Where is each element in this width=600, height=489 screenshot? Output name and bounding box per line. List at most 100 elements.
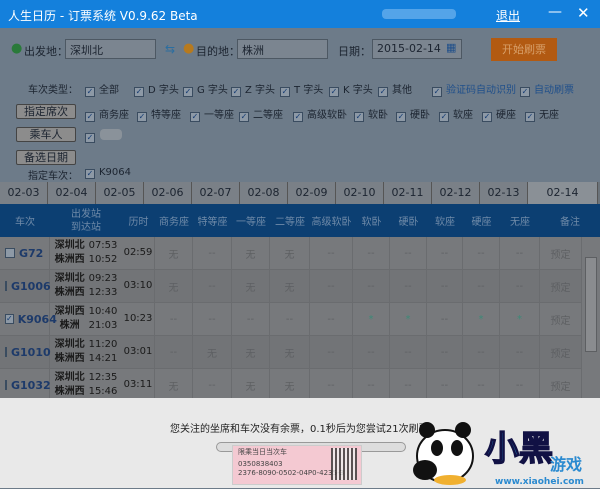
seat-option[interactable]: ✓ 一等座 xyxy=(190,106,234,122)
seat-availability: 无 xyxy=(270,270,310,302)
train-number[interactable]: G1010 xyxy=(0,336,51,368)
seat-availability: -- xyxy=(353,237,390,269)
seat-option[interactable]: ✓ 二等座 xyxy=(239,106,283,122)
ticket-image: 限乘当日当次车 0350838403 2376-8090-0502-04P0-4… xyxy=(232,445,362,485)
train-number[interactable]: G72 xyxy=(0,237,50,269)
to-label: 目的地： xyxy=(196,45,240,58)
date-tab[interactable]: 02-11 xyxy=(384,182,432,204)
depart-time: 07:53 xyxy=(88,240,118,251)
swap-icon[interactable]: ⇆ xyxy=(165,42,175,56)
specified-train-option[interactable]: ✓ K9064 xyxy=(85,167,131,179)
auto-refresh-option[interactable]: ✓ 自动刷票 xyxy=(520,81,574,97)
train-type-all[interactable]: ✓ 全部 xyxy=(85,81,119,97)
close-button[interactable]: ✕ xyxy=(577,4,590,22)
seat-availability: -- xyxy=(353,369,390,398)
seat-availability: * xyxy=(500,303,540,335)
book-button[interactable]: 预定 xyxy=(540,369,582,398)
seat-option[interactable]: ✓ 硬座 xyxy=(482,106,516,122)
logout-link[interactable]: 退出 xyxy=(496,7,520,24)
to-input[interactable]: 株洲 xyxy=(237,39,328,59)
captcha-auto-option[interactable]: ✓ 验证码自动识别 xyxy=(432,81,516,97)
train-type-g[interactable]: ✓ G 字头 xyxy=(183,81,228,97)
date-tab[interactable]: 02-08 xyxy=(240,182,288,204)
seat-option[interactable]: ✓ 无座 xyxy=(525,106,559,122)
specified-train-label: 指定车次： xyxy=(28,171,78,182)
seat-availability: -- xyxy=(193,369,232,398)
passenger-button[interactable]: 乘车人 xyxy=(16,127,76,142)
book-button[interactable]: 预定 xyxy=(540,237,582,269)
seat-availability: -- xyxy=(427,237,463,269)
seat-availability: * xyxy=(463,303,500,335)
date-tab[interactable]: 02-05 xyxy=(96,182,144,204)
header-seat: 高级软卧 xyxy=(311,217,352,228)
svg-text:小黑: 小黑 xyxy=(485,429,553,469)
train-type-label: 车次类型： xyxy=(28,85,78,96)
train-type-k[interactable]: ✓ K 字头 xyxy=(329,81,373,97)
date-tab[interactable]: 02-14 xyxy=(528,182,598,204)
book-button[interactable]: 预定 xyxy=(540,270,582,302)
seat-availability: -- xyxy=(310,336,353,368)
seat-availability: -- xyxy=(500,270,540,302)
seat-availability: -- xyxy=(463,237,500,269)
date-tab[interactable]: 02-09 xyxy=(288,182,336,204)
alt-date-button[interactable]: 备选日期 xyxy=(16,150,76,165)
passenger-checkbox[interactable]: ✓ xyxy=(85,129,99,143)
date-label: 日期： xyxy=(338,45,371,58)
specify-seat-button[interactable]: 指定席次 xyxy=(16,104,76,119)
seat-availability: 无 xyxy=(232,336,270,368)
minimize-button[interactable]: — xyxy=(548,4,562,20)
train-table: G72 深圳北 株洲西 07:53 10:52 02:59 无 -- 无无 -- -- -- -- -- -… xyxy=(0,237,582,398)
from-station: 深圳北 xyxy=(54,372,85,383)
train-type-other[interactable]: ✓ 其他 xyxy=(378,81,412,97)
table-row: ✓ K9064 深圳西 株洲 10:40 21:03 10:23 -- -- -- -- -- * * --… xyxy=(0,303,582,336)
seat-option[interactable]: ✓ 硬卧 xyxy=(396,106,430,122)
seat-option[interactable]: ✓ 高级软卧 xyxy=(293,106,347,122)
date-tab[interactable]: 02-13 xyxy=(480,182,528,204)
seat-option[interactable]: ✓ 软座 xyxy=(439,106,473,122)
date-tab[interactable]: 02-06 xyxy=(144,182,192,204)
book-button[interactable]: 预定 xyxy=(540,303,582,335)
row-checkbox[interactable] xyxy=(5,248,15,258)
row-checkbox[interactable] xyxy=(5,347,7,357)
train-number[interactable]: ✓ K9064 xyxy=(0,303,57,335)
seat-option[interactable]: ✓ 软卧 xyxy=(354,106,388,122)
seat-availability: -- xyxy=(155,303,193,335)
seat-availability: -- xyxy=(232,303,270,335)
date-tab[interactable]: 02-04 xyxy=(48,182,96,204)
seat-availability: -- xyxy=(310,369,353,398)
header-seat: 硬座 xyxy=(471,217,492,228)
from-label: 出发地： xyxy=(24,45,68,58)
start-button[interactable]: 开始刷票 xyxy=(491,38,557,61)
svg-text:游戏: 游戏 xyxy=(550,455,582,474)
seat-availability: 无 xyxy=(155,270,193,302)
seat-option[interactable]: ✓ 商务座 xyxy=(85,106,129,122)
from-station: 深圳北 xyxy=(54,339,85,350)
row-checkbox[interactable]: ✓ xyxy=(5,314,14,324)
date-tab[interactable]: 02-07 xyxy=(192,182,240,204)
scrollbar-thumb[interactable] xyxy=(585,257,597,352)
seat-availability: 无 xyxy=(232,270,270,302)
arrive-time: 15:46 xyxy=(88,386,118,397)
calendar-icon[interactable]: ▦ xyxy=(446,41,456,54)
depart-time: 12:35 xyxy=(88,372,118,383)
book-button[interactable]: 预定 xyxy=(540,336,582,368)
date-tab[interactable]: 02-10 xyxy=(336,182,384,204)
seat-availability: -- xyxy=(193,237,232,269)
header-seat: 商务座 xyxy=(159,217,189,228)
seat-availability: 无 xyxy=(232,369,270,398)
seat-availability: 无 xyxy=(155,369,193,398)
train-type-d[interactable]: ✓ D 字头 xyxy=(134,81,179,97)
train-number[interactable]: G1006 xyxy=(0,270,51,302)
date-tab[interactable]: 02-12 xyxy=(432,182,480,204)
seat-availability: -- xyxy=(390,336,427,368)
train-type-t[interactable]: ✓ T 字头 xyxy=(280,81,323,97)
seat-option[interactable]: ✓ 特等座 xyxy=(137,106,181,122)
row-checkbox[interactable] xyxy=(5,281,7,291)
from-input[interactable]: 深圳北 xyxy=(65,39,156,59)
scrollbar[interactable] xyxy=(582,237,600,398)
row-checkbox[interactable] xyxy=(5,380,7,390)
date-tab[interactable]: 02-03 xyxy=(0,182,48,204)
header-seat: 无座 xyxy=(510,217,530,228)
train-number[interactable]: G1032 xyxy=(0,369,51,398)
train-type-z[interactable]: ✓ Z 字头 xyxy=(231,81,275,97)
